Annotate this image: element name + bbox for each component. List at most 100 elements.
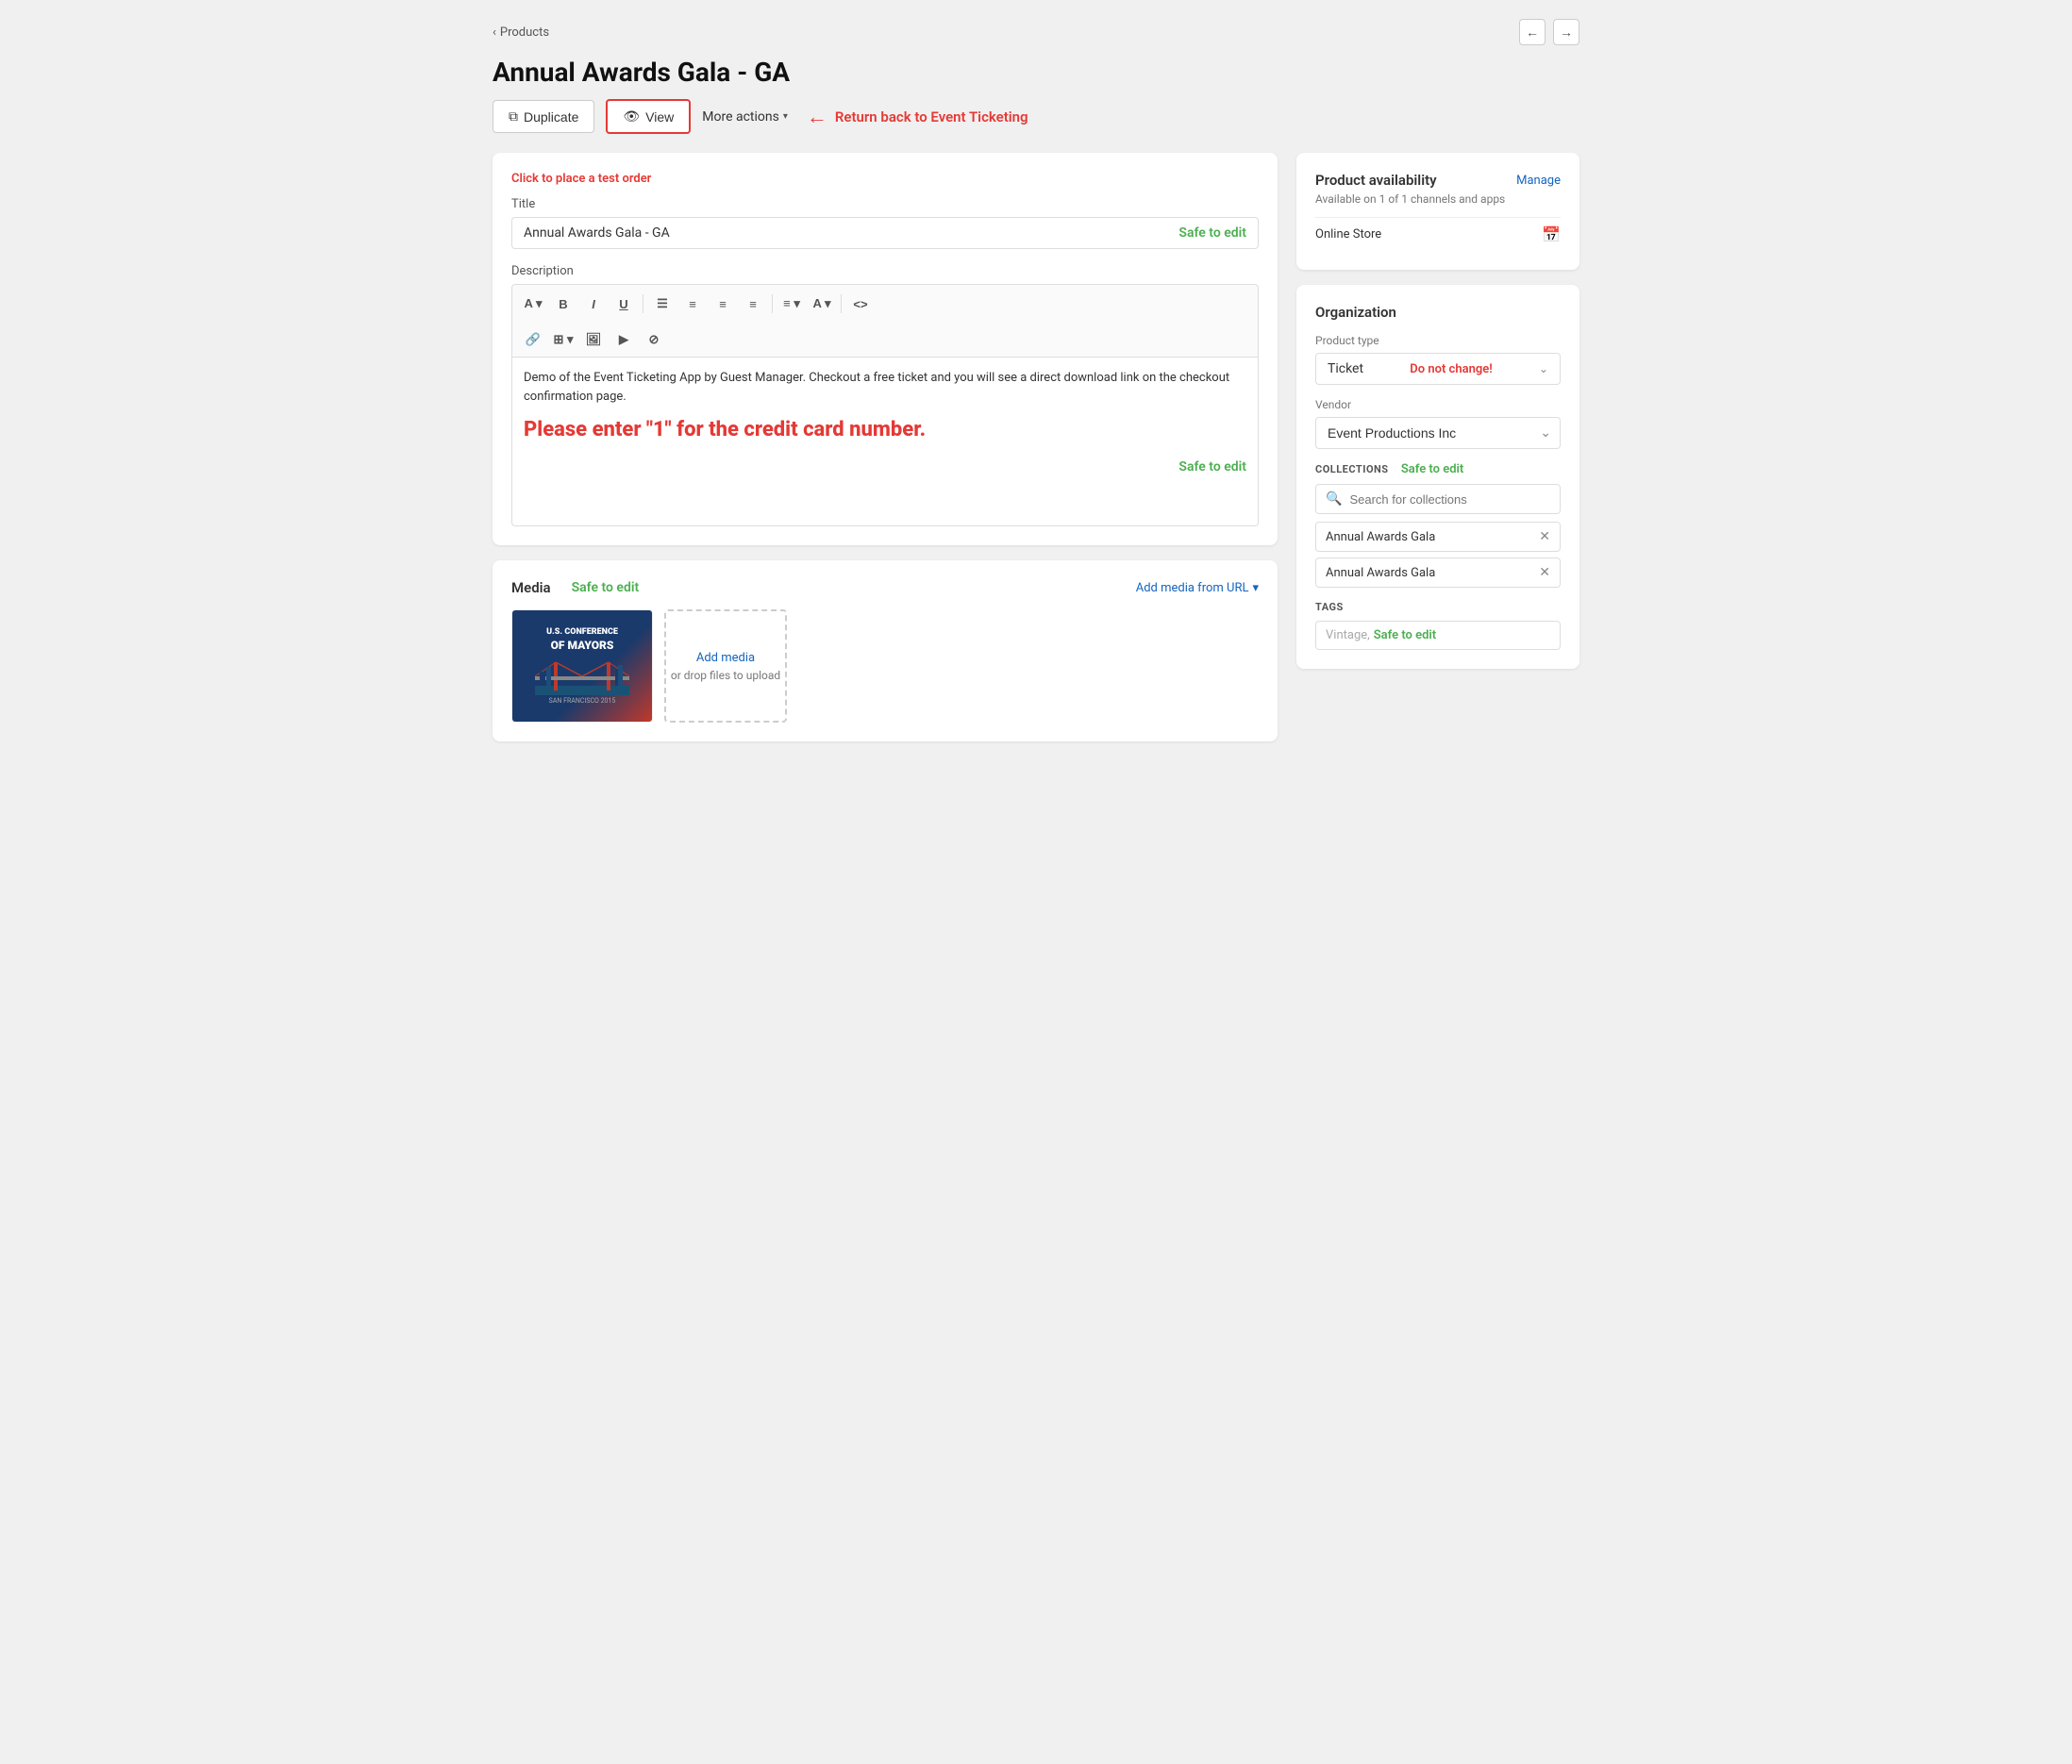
back-link[interactable]: ‹ Products (493, 25, 549, 40)
duplicate-button[interactable]: ⧉ Duplicate (493, 100, 594, 133)
toolbar-font-button[interactable]: A ▾ (520, 291, 546, 317)
vendor-select[interactable]: Event Productions Inc (1315, 417, 1561, 449)
more-actions-label: More actions (702, 109, 779, 125)
availability-subtitle: Available on 1 of 1 channels and apps (1315, 192, 1561, 206)
collections-search-input[interactable] (1349, 492, 1550, 507)
tags-safe-edit-label: Safe to edit (1374, 628, 1436, 642)
toolbar-block-button[interactable]: ⊘ (641, 326, 667, 353)
media-header: Media Safe to edit Add media from URL ▾ (511, 579, 1259, 596)
bridge-icon (535, 657, 629, 695)
media-grid: U.S. CONFERENCE OF MAYORS (511, 609, 1259, 723)
toolbar-align-right-button[interactable]: ≡ (740, 291, 766, 317)
left-column: Click to place a test order Title Annual… (493, 153, 1278, 741)
toolbar-text-align-button[interactable]: ≡ ▾ (778, 291, 805, 317)
duplicate-icon: ⧉ (509, 108, 518, 125)
more-actions-chevron-icon: ▾ (783, 111, 788, 122)
collections-section-title: COLLECTIONS Safe to edit (1315, 462, 1561, 476)
product-type-select-row: Ticket Do not change! ⌄ (1315, 353, 1561, 385)
media-thumb-text: U.S. CONFERENCE OF MAYORS (546, 627, 618, 653)
toolbar-table-button[interactable]: ⊞ ▾ (550, 326, 576, 353)
collection-tag-1-label: Annual Awards Gala (1326, 530, 1435, 544)
media-drop-zone[interactable]: Add media or drop files to upload (664, 609, 787, 723)
tags-section-title: TAGS (1315, 601, 1561, 613)
title-safe-edit-label: Safe to edit (1178, 225, 1246, 241)
toolbar-align-left-button[interactable]: ≡ (679, 291, 706, 317)
main-layout: Click to place a test order Title Annual… (493, 153, 1579, 741)
duplicate-label: Duplicate (524, 109, 578, 125)
organization-title: Organization (1315, 304, 1561, 321)
back-link-label: Products (500, 25, 549, 40)
media-thumbnail[interactable]: U.S. CONFERENCE OF MAYORS (511, 609, 653, 723)
title-field-value[interactable]: Annual Awards Gala - GA (524, 225, 1167, 241)
calendar-icon: 📅 (1542, 225, 1561, 243)
media-card: Media Safe to edit Add media from URL ▾ … (493, 560, 1278, 741)
collection-tag-1: Annual Awards Gala ✕ (1315, 522, 1561, 552)
collection-tag-2: Annual Awards Gala ✕ (1315, 557, 1561, 588)
search-icon: 🔍 (1326, 491, 1342, 507)
tags-placeholder: Vintage, (1326, 628, 1370, 642)
availability-header: Product availability Manage (1315, 172, 1561, 189)
collection-tag-2-label: Annual Awards Gala (1326, 566, 1435, 580)
toolbar-video-button[interactable]: ▶ (610, 326, 637, 353)
collections-label: COLLECTIONS (1315, 463, 1389, 475)
product-type-chevron-icon: ⌄ (1539, 362, 1548, 375)
more-actions-button[interactable]: More actions ▾ (702, 109, 788, 125)
toolbar-font-color-button[interactable]: A ▾ (809, 291, 835, 317)
online-store-label: Online Store (1315, 227, 1381, 241)
availability-title: Product availability (1315, 172, 1437, 189)
right-column: Product availability Manage Available on… (1296, 153, 1579, 669)
do-not-change-label: Do not change! (1410, 362, 1492, 376)
manage-link[interactable]: Manage (1516, 174, 1561, 188)
collection-tag-2-remove-button[interactable]: ✕ (1539, 565, 1550, 580)
image-city-text: SAN FRANCISCO 2015 (549, 697, 616, 705)
page-title: Annual Awards Gala - GA (493, 57, 1579, 88)
toolbar-bold-button[interactable]: B (550, 291, 576, 317)
organization-card: Organization Product type Ticket Do not … (1296, 285, 1579, 669)
drop-text: or drop files to upload (671, 669, 780, 682)
product-card: Click to place a test order Title Annual… (493, 153, 1278, 545)
toolbar-code-button[interactable]: <> (847, 291, 874, 317)
nav-arrows: ← → (1519, 19, 1579, 45)
availability-card: Product availability Manage Available on… (1296, 153, 1579, 270)
nav-next-button[interactable]: → (1553, 19, 1579, 45)
collections-search-box[interactable]: 🔍 (1315, 484, 1561, 514)
description-safe-edit-label: Safe to edit (524, 459, 1246, 474)
toolbar-ul-button[interactable]: ☰ (649, 291, 676, 317)
top-navigation: ‹ Products ← → (493, 19, 1579, 45)
view-label: View (645, 109, 674, 125)
nav-prev-button[interactable]: ← (1519, 19, 1546, 45)
collection-tag-1-remove-button[interactable]: ✕ (1539, 529, 1550, 544)
toolbar-separator-3 (841, 294, 842, 313)
view-button[interactable]: 👁 View (606, 99, 691, 134)
media-title-area: Media Safe to edit (511, 579, 639, 596)
vendor-label: Vendor (1315, 398, 1561, 411)
add-media-label: Add media (696, 651, 755, 665)
add-media-from-url-button[interactable]: Add media from URL ▾ (1136, 581, 1259, 595)
add-media-url-label: Add media from URL (1136, 581, 1249, 595)
tags-input-row[interactable]: Vintage, Safe to edit (1315, 621, 1561, 650)
add-media-chevron-icon: ▾ (1252, 581, 1259, 595)
media-title: Media (511, 579, 551, 596)
description-normal-text: Demo of the Event Ticketing App by Guest… (524, 369, 1246, 406)
title-field-row: Annual Awards Gala - GA Safe to edit (511, 217, 1259, 249)
description-toolbar-row2: 🔗 ⊞ ▾ 🖼 ▶ ⊘ (511, 323, 1259, 357)
toolbar-separator-2 (772, 294, 773, 313)
collections-safe-edit-label: Safe to edit (1401, 462, 1463, 476)
toolbar-underline-button[interactable]: U (610, 291, 637, 317)
red-arrow-icon: ← (807, 105, 827, 129)
vendor-select-wrapper: Event Productions Inc (1315, 417, 1561, 449)
toolbar-link-button[interactable]: 🔗 (520, 326, 546, 353)
description-body[interactable]: Demo of the Event Ticketing App by Guest… (511, 357, 1259, 526)
image-text-line1: U.S. CONFERENCE (546, 627, 618, 639)
toolbar-image-button[interactable]: 🖼 (580, 326, 607, 353)
product-type-label: Product type (1315, 334, 1561, 347)
back-chevron-icon: ‹ (493, 25, 496, 40)
toolbar-align-center-button[interactable]: ≡ (710, 291, 736, 317)
image-text-line2: OF MAYORS (546, 639, 618, 654)
eye-icon: 👁 (623, 108, 640, 125)
toolbar-italic-button[interactable]: I (580, 291, 607, 317)
media-thumb-inner: U.S. CONFERENCE OF MAYORS (512, 610, 652, 722)
test-order-hint[interactable]: Click to place a test order (511, 172, 1259, 186)
return-back-label: Return back to Event Ticketing (835, 108, 1028, 125)
title-field-label: Title (511, 197, 1259, 211)
